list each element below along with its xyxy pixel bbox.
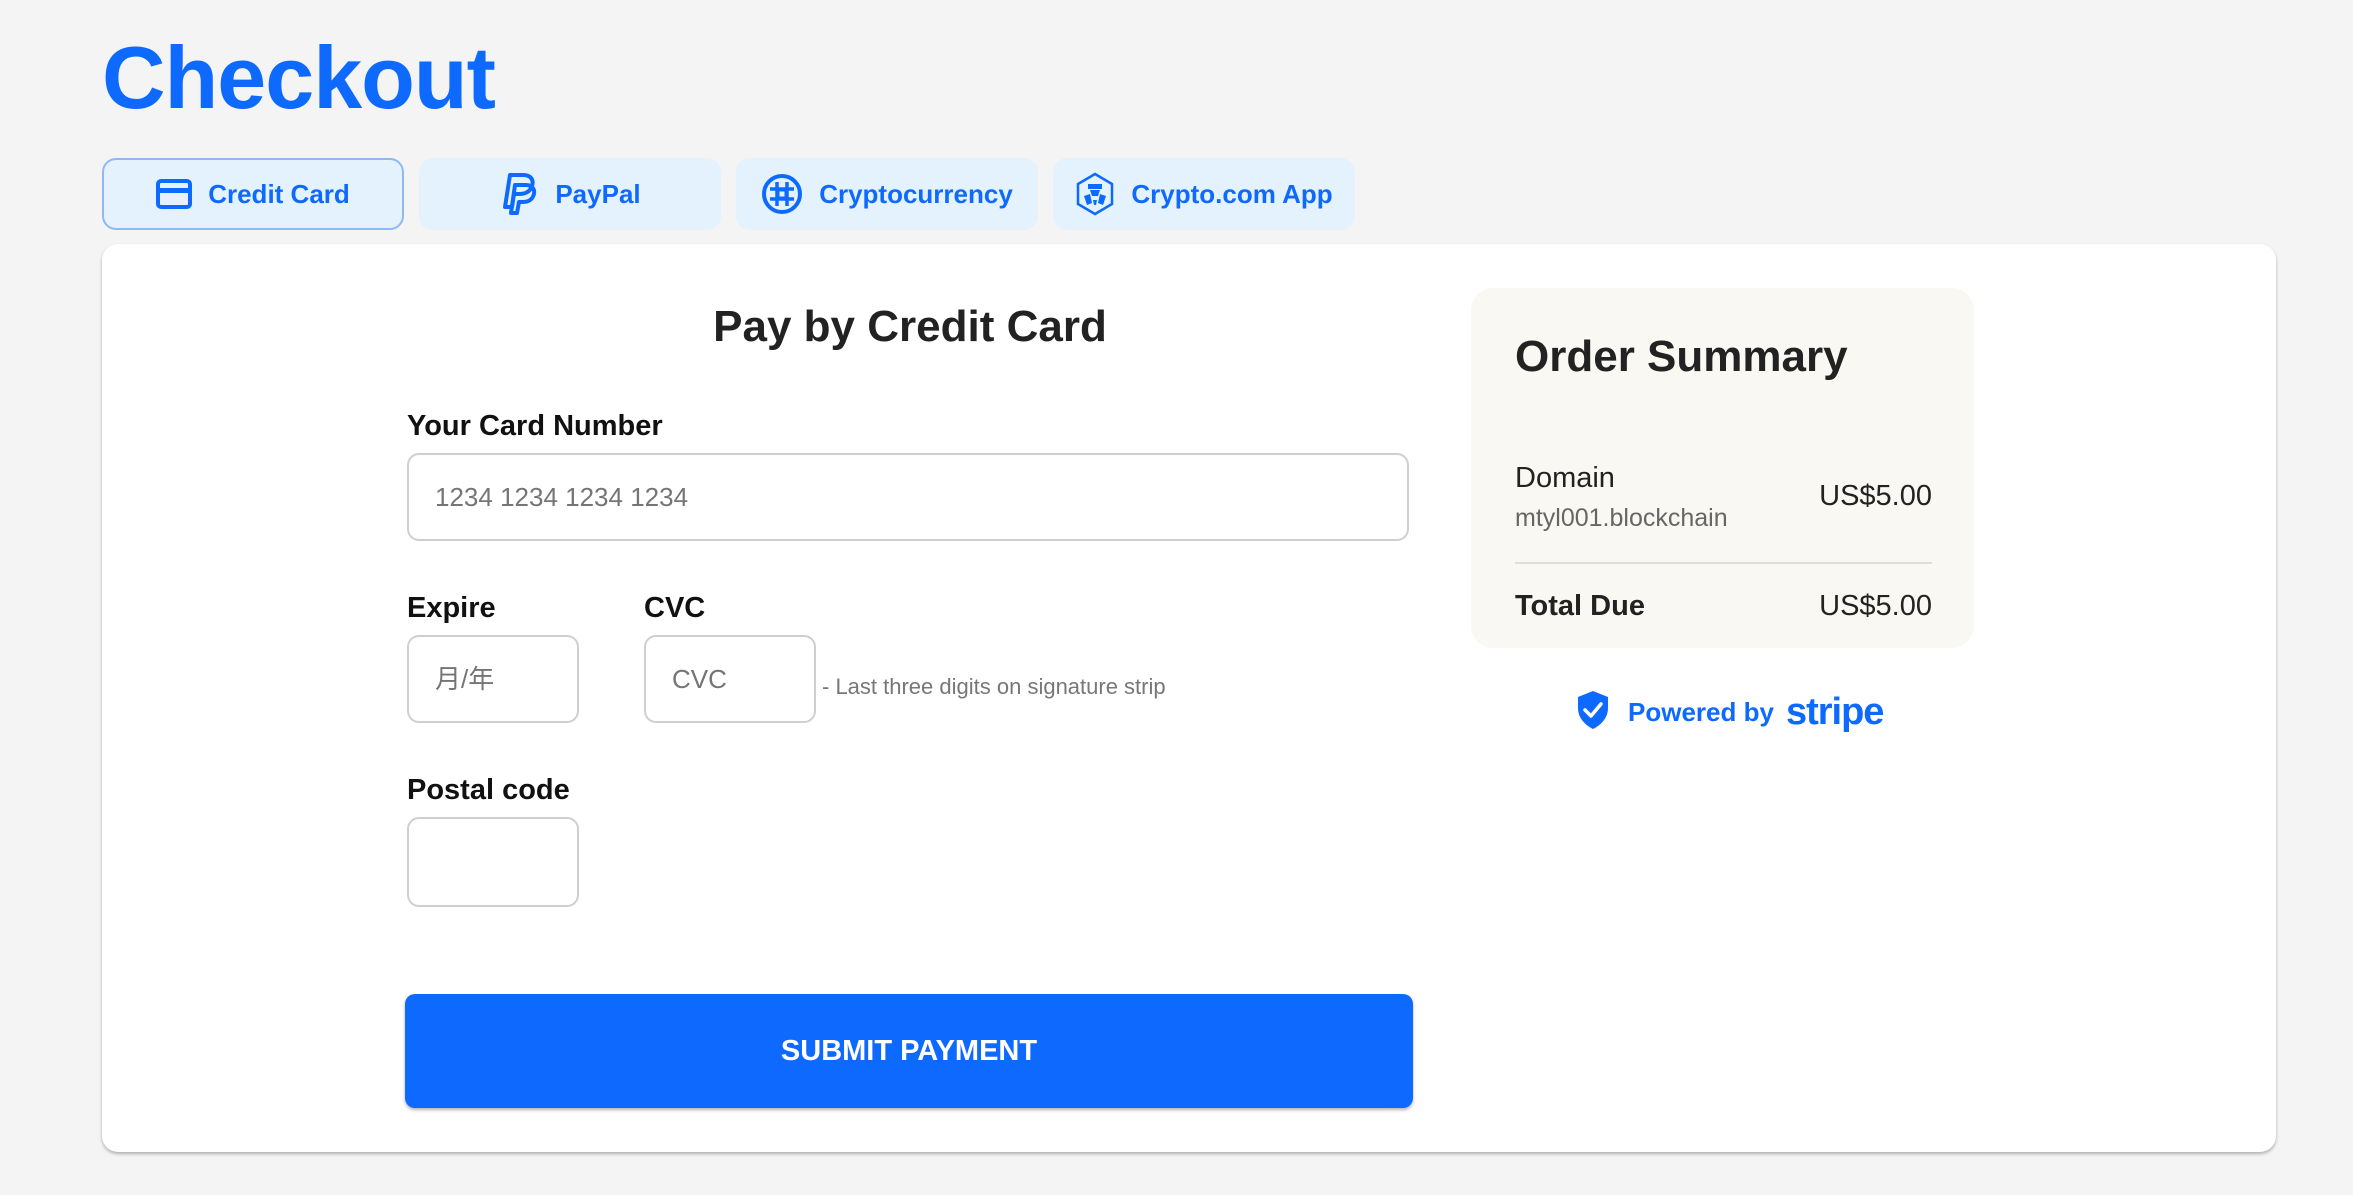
cvc-label: CVC — [644, 592, 706, 624]
checkout-card: Pay by Credit Card Your Card Number Expi… — [102, 244, 2276, 1152]
tab-label: PayPal — [555, 178, 641, 209]
order-summary: Order Summary Domain mtyl001.blockchain … — [1471, 288, 1974, 648]
stripe-logo: stripe — [1785, 691, 1884, 733]
summary-divider — [1515, 562, 1932, 564]
line-item-name: Domain — [1515, 462, 1615, 494]
expire-input[interactable] — [407, 635, 579, 723]
paypal-icon — [499, 171, 539, 217]
shield-check-icon — [1576, 690, 1610, 735]
tab-paypal[interactable]: PayPal — [419, 158, 721, 230]
total-due-value: US$5.00 — [1819, 590, 1932, 622]
powered-by-stripe: Powered by stripe — [1576, 690, 1884, 735]
page-title: Checkout — [102, 28, 496, 127]
payment-method-tabs: Credit Card PayPal Cryptocurrency Crypto… — [102, 158, 1355, 230]
postal-code-label: Postal code — [407, 774, 570, 806]
form-title: Pay by Credit Card — [713, 302, 1107, 351]
tab-credit-card[interactable]: Credit Card — [102, 158, 404, 230]
postal-code-input[interactable] — [407, 817, 579, 907]
order-summary-title: Order Summary — [1515, 332, 1848, 381]
expire-label: Expire — [407, 592, 496, 624]
tab-label: Credit Card — [208, 178, 350, 209]
tab-crypto-com-app[interactable]: Crypto.com App — [1053, 158, 1355, 230]
line-item-price: US$5.00 — [1819, 480, 1932, 512]
card-number-label: Your Card Number — [407, 410, 663, 442]
cvc-input[interactable] — [644, 635, 816, 723]
crypto-com-icon — [1075, 172, 1115, 216]
cryptocurrency-icon — [761, 173, 803, 215]
card-number-input[interactable] — [407, 453, 1409, 541]
line-item-detail: mtyl001.blockchain — [1515, 504, 1728, 532]
powered-by-text: Powered by — [1628, 697, 1774, 727]
credit-card-icon — [156, 179, 193, 209]
tab-cryptocurrency[interactable]: Cryptocurrency — [736, 158, 1038, 230]
total-due-label: Total Due — [1515, 590, 1645, 622]
submit-payment-button[interactable]: SUBMIT PAYMENT — [405, 994, 1413, 1108]
tab-label: Crypto.com App — [1131, 178, 1333, 209]
tab-label: Cryptocurrency — [819, 178, 1013, 209]
cvc-hint: - Last three digits on signature strip — [822, 674, 1166, 699]
